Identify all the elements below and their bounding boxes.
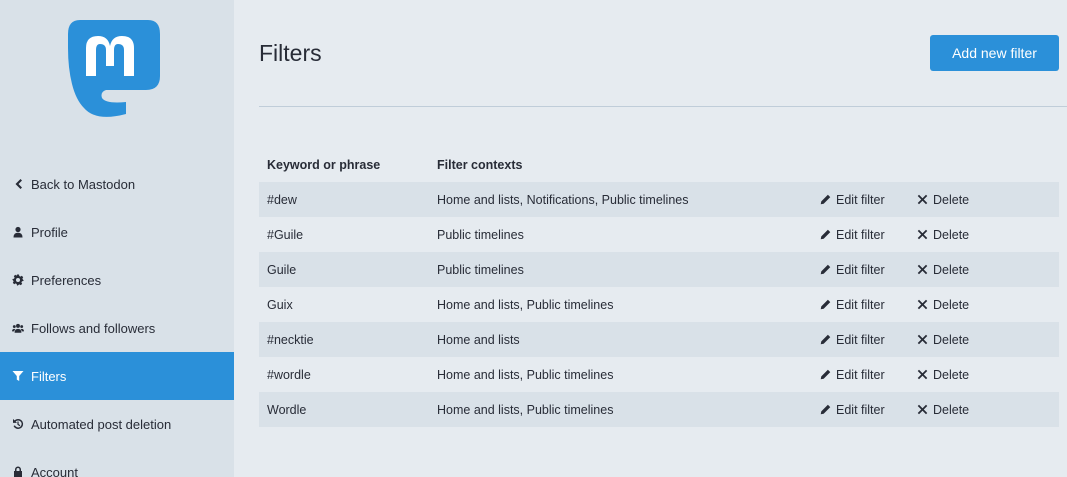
- column-header-keyword: Keyword or phrase: [267, 157, 381, 172]
- close-icon: [917, 264, 933, 275]
- delete-filter-link[interactable]: Delete: [917, 263, 969, 277]
- pencil-icon: [820, 334, 836, 345]
- delete-filter-link[interactable]: Delete: [917, 228, 969, 242]
- sidebar-item-profile[interactable]: Profile: [0, 208, 234, 256]
- edit-filter-label: Edit filter: [836, 227, 885, 242]
- filter-contexts: Home and lists, Notifications, Public ti…: [437, 192, 689, 207]
- filter-icon: [11, 369, 25, 383]
- filter-contexts: Home and lists, Public timelines: [437, 297, 614, 312]
- sidebar-item-filters[interactable]: Filters: [0, 352, 234, 400]
- sidebar-item-label: Preferences: [31, 272, 102, 288]
- filter-keyword: Guile: [267, 262, 297, 277]
- delete-filter-label: Delete: [933, 332, 970, 347]
- main-content: Filters Add new filter Keyword or phrase…: [259, 0, 1067, 477]
- mastodon-logo[interactable]: [66, 18, 162, 120]
- sidebar-item-automated-deletion[interactable]: Automated post deletion: [0, 400, 234, 448]
- sidebar-item-label: Back to Mastodon: [31, 176, 136, 192]
- edit-filter-link[interactable]: Edit filter: [820, 298, 885, 312]
- column-header-contexts: Filter contexts: [437, 157, 523, 172]
- filter-keyword: Guix: [267, 297, 293, 312]
- delete-filter-label: Delete: [933, 402, 970, 417]
- sidebar-item-back[interactable]: Back to Mastodon: [0, 160, 234, 208]
- user-icon: [11, 225, 25, 239]
- add-new-filter-button[interactable]: Add new filter: [930, 35, 1059, 71]
- pencil-icon: [820, 299, 836, 310]
- pencil-icon: [820, 264, 836, 275]
- filter-keyword: Wordle: [267, 402, 307, 417]
- table-row: #Guile Public timelines Edit filter Delete: [259, 217, 1059, 252]
- pencil-icon: [820, 229, 836, 240]
- delete-filter-link[interactable]: Delete: [917, 298, 969, 312]
- filter-contexts: Home and lists, Public timelines: [437, 402, 614, 417]
- edit-filter-label: Edit filter: [836, 262, 885, 277]
- edit-filter-link[interactable]: Edit filter: [820, 403, 885, 417]
- users-icon: [11, 321, 25, 335]
- filters-table: Keyword or phrase Filter contexts #dew Ho…: [259, 147, 1059, 427]
- delete-filter-link[interactable]: Delete: [917, 403, 969, 417]
- pencil-icon: [820, 369, 836, 380]
- filter-contexts: Home and lists, Public timelines: [437, 367, 614, 382]
- delete-filter-label: Delete: [933, 262, 970, 277]
- chevron-left-icon: [11, 177, 25, 191]
- filter-contexts: Public timelines: [437, 227, 524, 242]
- table-row: Guile Public timelines Edit filter Delete: [259, 252, 1059, 287]
- close-icon: [917, 299, 933, 310]
- table-header: Keyword or phrase Filter contexts: [259, 147, 1059, 182]
- edit-filter-label: Edit filter: [836, 402, 885, 417]
- filter-keyword: #Guile: [267, 227, 304, 242]
- edit-filter-link[interactable]: Edit filter: [820, 193, 885, 207]
- sidebar-item-preferences[interactable]: Preferences: [0, 256, 234, 304]
- sidebar-item-label: Profile: [31, 224, 68, 240]
- edit-filter-label: Edit filter: [836, 367, 885, 382]
- filter-keyword: #necktie: [267, 332, 314, 347]
- history-icon: [11, 417, 25, 431]
- divider: [259, 106, 1067, 107]
- table-row: #necktie Home and lists Edit filter Delete: [259, 322, 1059, 357]
- delete-filter-link[interactable]: Delete: [917, 368, 969, 382]
- sidebar-item-label: Account: [31, 464, 78, 477]
- close-icon: [917, 194, 933, 205]
- lock-icon: [11, 465, 25, 477]
- page-title: Filters: [259, 40, 322, 66]
- delete-filter-label: Delete: [933, 192, 970, 207]
- delete-filter-label: Delete: [933, 297, 970, 312]
- delete-filter-label: Delete: [933, 367, 970, 382]
- sidebar: Back to Mastodon Profile Preferences Fol…: [0, 0, 234, 477]
- close-icon: [917, 404, 933, 415]
- table-row: #wordle Home and lists, Public timelines E…: [259, 357, 1059, 392]
- filter-keyword: #dew: [267, 192, 297, 207]
- close-icon: [917, 229, 933, 240]
- table-row: Wordle Home and lists, Public timelines Ed…: [259, 392, 1059, 427]
- delete-filter-label: Delete: [933, 227, 970, 242]
- sidebar-item-label: Follows and followers: [31, 320, 156, 336]
- filter-contexts: Public timelines: [437, 262, 524, 277]
- sidebar-item-account[interactable]: Account: [0, 448, 234, 477]
- edit-filter-label: Edit filter: [836, 192, 885, 207]
- filter-keyword: #wordle: [267, 367, 311, 382]
- gear-icon: [11, 273, 25, 287]
- pencil-icon: [820, 194, 836, 205]
- close-icon: [917, 334, 933, 345]
- filter-contexts: Home and lists: [437, 332, 520, 347]
- sidebar-nav: Back to Mastodon Profile Preferences Fol…: [0, 160, 234, 477]
- pencil-icon: [820, 404, 836, 415]
- edit-filter-link[interactable]: Edit filter: [820, 368, 885, 382]
- edit-filter-label: Edit filter: [836, 297, 885, 312]
- close-icon: [917, 369, 933, 380]
- sidebar-item-label: Filters: [31, 368, 67, 384]
- sidebar-item-label: Automated post deletion: [31, 416, 172, 432]
- delete-filter-link[interactable]: Delete: [917, 193, 969, 207]
- edit-filter-link[interactable]: Edit filter: [820, 263, 885, 277]
- table-row: #dew Home and lists, Notifications, Publi…: [259, 182, 1059, 217]
- delete-filter-link[interactable]: Delete: [917, 333, 969, 347]
- edit-filter-link[interactable]: Edit filter: [820, 228, 885, 242]
- edit-filter-link[interactable]: Edit filter: [820, 333, 885, 347]
- edit-filter-label: Edit filter: [836, 332, 885, 347]
- sidebar-item-follows[interactable]: Follows and followers: [0, 304, 234, 352]
- table-row: Guix Home and lists, Public timelines Edit…: [259, 287, 1059, 322]
